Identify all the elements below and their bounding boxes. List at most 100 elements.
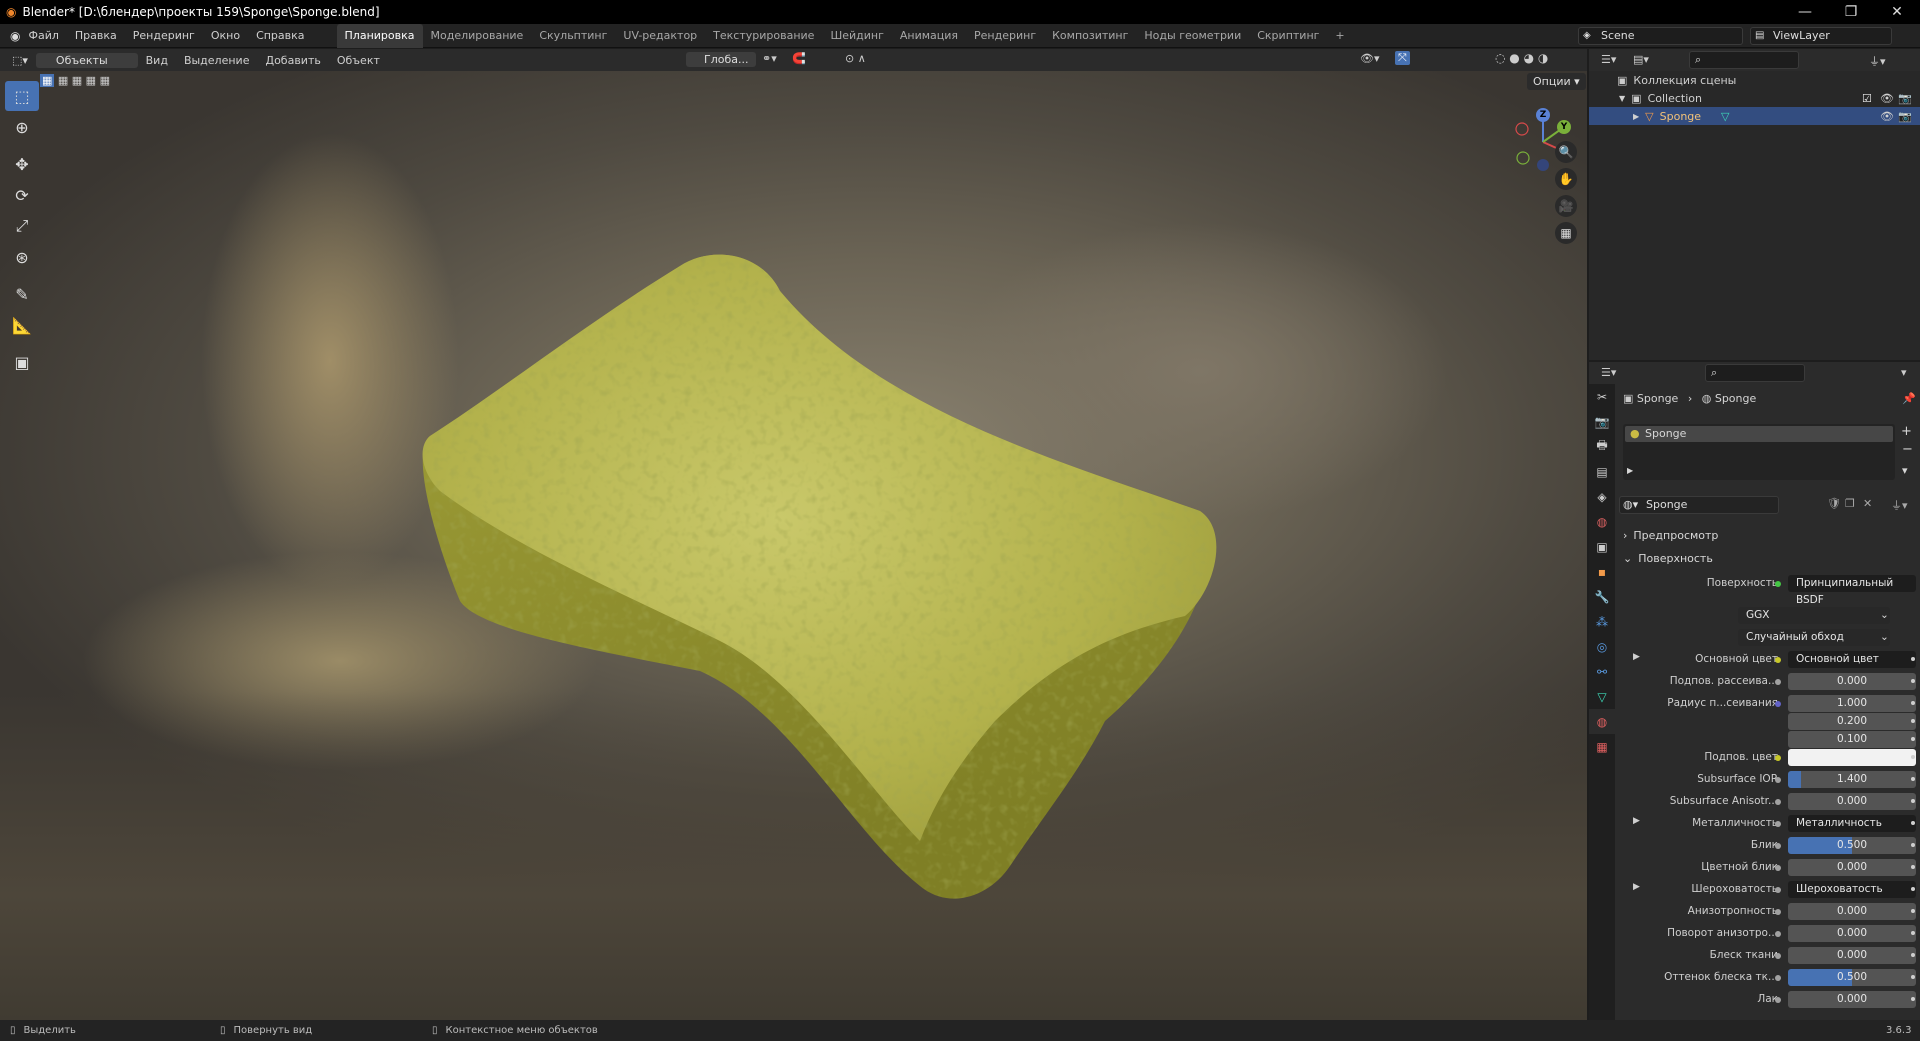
outliner-search-input[interactable]: ⌕ bbox=[1689, 51, 1799, 69]
add-slot-button[interactable]: + bbox=[1901, 424, 1912, 439]
subsurface-method-dropdown[interactable]: Случайный обход bbox=[1738, 629, 1890, 646]
color-swatch[interactable] bbox=[1788, 749, 1916, 766]
linked-input-field[interactable]: Основной цвет bbox=[1788, 651, 1916, 668]
material-name-field[interactable]: ◍▾ Sponge bbox=[1619, 496, 1779, 514]
data-tab-icon[interactable]: ▽ bbox=[1589, 684, 1615, 709]
surface-shader-field[interactable]: Принципиальный BSDF bbox=[1788, 575, 1916, 606]
socket-dot[interactable] bbox=[1775, 701, 1781, 707]
tab-uv-editing[interactable]: UV-редактор bbox=[615, 24, 705, 48]
distribution-dropdown[interactable]: GGX bbox=[1738, 607, 1890, 624]
add-cube-tool[interactable]: ▣ bbox=[5, 347, 39, 377]
mode-dropdown[interactable]: Объекты bbox=[35, 52, 138, 68]
socket-dot[interactable] bbox=[1775, 843, 1781, 849]
tab-sculpting[interactable]: Скульптинг bbox=[531, 24, 615, 48]
measure-tool[interactable]: 📐 bbox=[5, 310, 39, 340]
visibility-eye-icon[interactable]: 👁 bbox=[1880, 92, 1894, 105]
slider-field[interactable]: 1.400 bbox=[1788, 771, 1916, 788]
keyframe-dot-icon[interactable] bbox=[1911, 887, 1915, 891]
world-tab-icon[interactable]: ◍ bbox=[1589, 509, 1615, 534]
scale-tool[interactable]: ⤢ bbox=[5, 211, 39, 241]
render-tab-icon[interactable]: 📷 bbox=[1589, 409, 1615, 434]
menu-add[interactable]: Добавить bbox=[257, 54, 328, 67]
outliner-editor-icon[interactable]: ☰▾ bbox=[1601, 53, 1616, 66]
material-tab-icon[interactable]: ◍ bbox=[1589, 709, 1615, 734]
slot-expand-icon[interactable]: ▶ bbox=[1627, 466, 1633, 475]
scene-tab-icon[interactable]: ◈ bbox=[1589, 484, 1615, 509]
gizmo-y-axis[interactable]: Y bbox=[1557, 120, 1571, 134]
tool-tab-icon[interactable]: ✂ bbox=[1589, 384, 1615, 409]
gizmo-z-axis[interactable]: Z bbox=[1536, 108, 1550, 122]
keyframe-dot-icon[interactable] bbox=[1911, 657, 1915, 661]
tab-animation[interactable]: Анимация bbox=[892, 24, 966, 48]
number-field[interactable]: 0.000 bbox=[1788, 947, 1916, 964]
texture-tab-icon[interactable]: ▦ bbox=[1589, 734, 1615, 759]
keyframe-dot-icon[interactable] bbox=[1911, 701, 1915, 705]
properties-search-input[interactable]: ⌕ bbox=[1705, 364, 1805, 382]
section-surface[interactable]: ⌄ Поверхность bbox=[1615, 547, 1920, 569]
number-field[interactable]: 0.000 bbox=[1788, 673, 1916, 690]
expand-icon[interactable]: ▶ bbox=[1633, 112, 1639, 121]
keyframe-dot-icon[interactable] bbox=[1911, 953, 1915, 957]
menu-file[interactable]: Файл bbox=[20, 29, 66, 42]
fake-user-icon[interactable]: 🛡 bbox=[1827, 497, 1841, 510]
number-field[interactable]: 1.000 bbox=[1788, 695, 1916, 712]
cursor-tool[interactable]: ⊕ bbox=[5, 112, 39, 142]
constraints-tab-icon[interactable]: ⚯ bbox=[1589, 659, 1615, 684]
pin-icon[interactable]: 📌 bbox=[1902, 392, 1916, 405]
socket-dot[interactable] bbox=[1775, 799, 1781, 805]
keyframe-dot-icon[interactable] bbox=[1911, 843, 1915, 847]
add-workspace-button[interactable]: + bbox=[1327, 24, 1352, 48]
expand-icon[interactable]: ▶ bbox=[1633, 882, 1640, 892]
material-browse-icon[interactable]: ◍▾ bbox=[1623, 497, 1638, 513]
properties-editor-icon[interactable]: ☰▾ bbox=[1601, 366, 1616, 379]
particles-tab-icon[interactable]: ⁂ bbox=[1589, 609, 1615, 634]
number-field[interactable]: 0.000 bbox=[1788, 793, 1916, 810]
outliner-row-collection[interactable]: ▼ ▣ Collection ☑ 👁 📷 bbox=[1589, 89, 1920, 107]
move-tool[interactable]: ✥ bbox=[5, 149, 39, 179]
collection-tab-icon[interactable]: ▣ bbox=[1589, 534, 1615, 559]
menu-object[interactable]: Объект bbox=[329, 54, 388, 67]
tab-rendering[interactable]: Рендеринг bbox=[966, 24, 1044, 48]
socket-dot[interactable] bbox=[1775, 975, 1781, 981]
socket-dot[interactable] bbox=[1775, 821, 1781, 827]
pan-hand-icon[interactable]: ✋ bbox=[1555, 168, 1577, 190]
transform-tool[interactable]: ⊛ bbox=[5, 242, 39, 272]
keyframe-dot-icon[interactable] bbox=[1911, 755, 1915, 759]
camera-view-icon[interactable]: 🎥 bbox=[1555, 195, 1577, 217]
socket-dot[interactable] bbox=[1775, 777, 1781, 783]
select-box-tool[interactable]: ⬚ bbox=[5, 81, 39, 111]
menu-window[interactable]: Окно bbox=[203, 29, 248, 42]
tab-layout[interactable]: Планировка bbox=[336, 23, 423, 48]
view-layer-selector[interactable]: ▤ ViewLayer bbox=[1750, 27, 1892, 45]
scene-selector[interactable]: ◈ Scene bbox=[1578, 27, 1743, 45]
gizmo-toggle-icon[interactable]: 👁▾ bbox=[1360, 52, 1380, 65]
socket-dot[interactable] bbox=[1775, 997, 1781, 1003]
snap-icon[interactable]: 🧲 bbox=[792, 52, 806, 65]
overlay-toggle-icon[interactable]: ⤧ bbox=[1395, 51, 1410, 65]
socket-dot[interactable] bbox=[1775, 657, 1781, 663]
number-field[interactable]: 0.200 bbox=[1788, 713, 1916, 730]
slider-field[interactable]: 0.500 bbox=[1788, 969, 1916, 986]
keyframe-dot-icon[interactable] bbox=[1911, 865, 1915, 869]
pivot-icon[interactable]: ⚭▾ bbox=[762, 52, 777, 65]
socket-dot[interactable] bbox=[1775, 909, 1781, 915]
zoom-icon[interactable]: 🔍 bbox=[1555, 141, 1577, 163]
perspective-grid-icon[interactable]: ▦ bbox=[1555, 222, 1577, 244]
outliner-row-scene-collection[interactable]: ▣ Коллекция сцены bbox=[1589, 71, 1920, 89]
editor-type-icon[interactable]: ⬚▾ bbox=[12, 54, 28, 67]
tab-modeling[interactable]: Моделирование bbox=[423, 24, 532, 48]
object-tab-icon[interactable]: ▪ bbox=[1589, 559, 1615, 584]
socket-dot[interactable] bbox=[1775, 887, 1781, 893]
expand-icon[interactable]: ▶ bbox=[1633, 652, 1640, 662]
duplicate-material-icon[interactable]: ❐ bbox=[1845, 497, 1855, 510]
number-field[interactable]: 0.000 bbox=[1788, 859, 1916, 876]
number-field[interactable]: 0.000 bbox=[1788, 925, 1916, 942]
socket-dot[interactable] bbox=[1775, 931, 1781, 937]
material-slot-row[interactable]: ● Sponge bbox=[1625, 426, 1893, 442]
menu-render[interactable]: Рендеринг bbox=[125, 29, 203, 42]
tab-compositing[interactable]: Композитинг bbox=[1044, 24, 1136, 48]
number-field[interactable]: 0.000 bbox=[1788, 991, 1916, 1008]
modifier-tab-icon[interactable]: 🔧 bbox=[1589, 584, 1615, 609]
number-field[interactable]: 0.100 bbox=[1788, 731, 1916, 748]
proportional-edit-icon[interactable]: ⊙ ∧ bbox=[845, 52, 866, 65]
